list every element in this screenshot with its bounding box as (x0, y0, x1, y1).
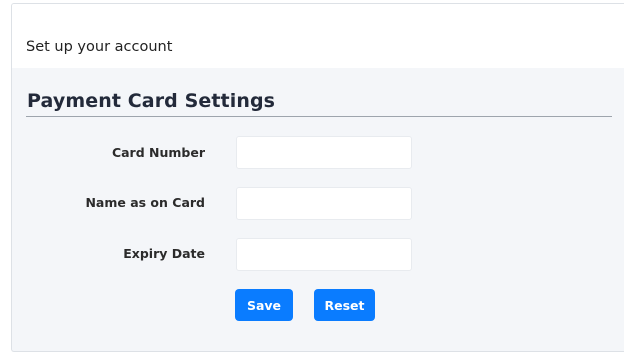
card-header-title: Set up your account (26, 39, 173, 55)
name-on-card-input[interactable] (236, 187, 412, 220)
card-number-input[interactable] (236, 136, 412, 169)
account-setup-card: Set up your account Payment Card Setting… (11, 3, 624, 352)
section-title: Payment Card Settings (27, 90, 276, 112)
expiry-date-label: Expiry Date (123, 246, 205, 261)
expiry-date-input[interactable] (236, 238, 412, 271)
card-header: Set up your account (12, 4, 624, 68)
save-button[interactable]: Save (235, 289, 293, 321)
section-divider (26, 116, 612, 117)
card-number-label: Card Number (111, 145, 205, 160)
name-on-card-label: Name as on Card (85, 195, 205, 210)
reset-button[interactable]: Reset (314, 289, 375, 321)
